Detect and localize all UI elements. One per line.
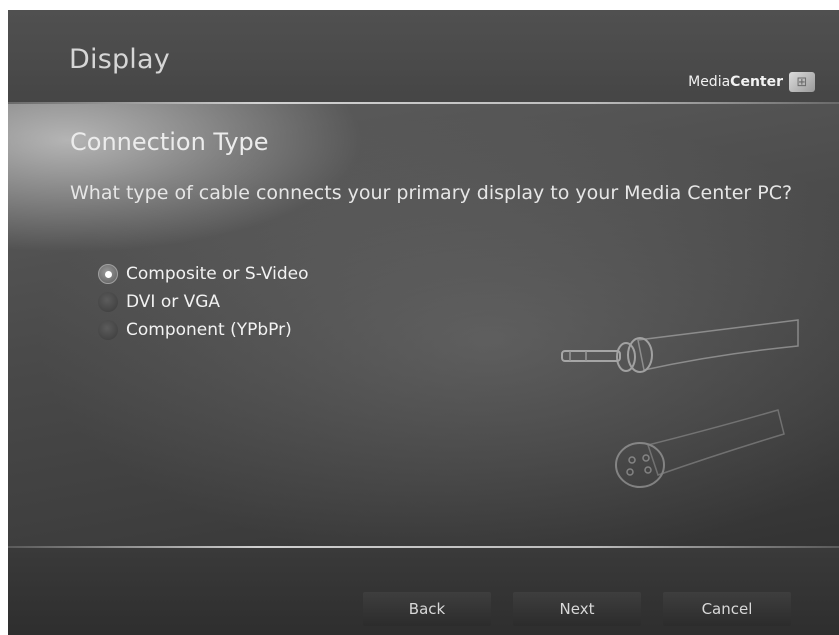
- option-label: Component (YPbPr): [126, 320, 292, 340]
- radio-dot-icon: [104, 270, 112, 278]
- brand-bold: Center: [730, 74, 783, 90]
- next-button[interactable]: Next: [513, 592, 641, 626]
- option-component[interactable]: Component (YPbPr): [98, 316, 308, 344]
- brand-prefix: Media: [688, 74, 731, 90]
- media-center-brand: Media Center ⊞: [688, 72, 815, 92]
- option-dvi-vga[interactable]: DVI or VGA: [98, 288, 308, 316]
- radio-unselected-icon[interactable]: [98, 320, 118, 340]
- option-label: Composite or S-Video: [126, 264, 309, 284]
- page-title: Display: [69, 44, 170, 75]
- question-text: What type of cable connects your primary…: [70, 182, 793, 204]
- footer: Back Next Cancel: [8, 548, 839, 635]
- back-button[interactable]: Back: [363, 592, 491, 626]
- connection-type-options: Composite or S-Video DVI or VGA Componen…: [98, 260, 308, 344]
- media-center-setup-screen: Display Media Center ⊞ Connection Type Wh…: [8, 10, 839, 635]
- cable-connectors-illustration: [561, 319, 799, 488]
- header-divider: [8, 102, 839, 104]
- option-label: DVI or VGA: [126, 292, 221, 312]
- option-composite-svideo[interactable]: Composite or S-Video: [98, 260, 308, 288]
- section-title: Connection Type: [70, 128, 269, 156]
- header: Display Media Center ⊞: [8, 10, 839, 103]
- radio-unselected-icon[interactable]: [98, 292, 118, 312]
- svideo-cable-icon: [615, 409, 785, 488]
- cancel-button[interactable]: Cancel: [663, 592, 791, 626]
- rca-cable-icon: [561, 319, 799, 373]
- windows-flag-icon: ⊞: [789, 72, 815, 92]
- radio-selected-icon[interactable]: [98, 264, 118, 284]
